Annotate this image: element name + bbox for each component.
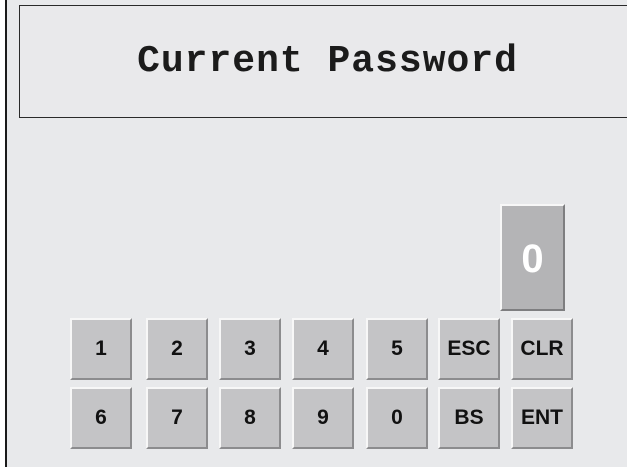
title-bar: Current Password	[19, 5, 627, 118]
enter-button[interactable]: ENT	[511, 387, 573, 449]
key-1-button[interactable]: 1	[70, 318, 132, 380]
key-2-button[interactable]: 2	[146, 318, 208, 380]
key-9-button[interactable]: 9	[292, 387, 354, 449]
password-display-value: 0	[521, 237, 544, 281]
key-6-button[interactable]: 6	[70, 387, 132, 449]
password-display: 0	[500, 204, 565, 311]
key-7-button[interactable]: 7	[146, 387, 208, 449]
clear-button[interactable]: CLR	[511, 318, 573, 380]
key-3-button[interactable]: 3	[219, 318, 281, 380]
escape-button[interactable]: ESC	[438, 318, 500, 380]
key-8-button[interactable]: 8	[219, 387, 281, 449]
page-title: Current Password	[137, 40, 518, 83]
backspace-button[interactable]: BS	[438, 387, 500, 449]
key-5-button[interactable]: 5	[366, 318, 428, 380]
key-0-button[interactable]: 0	[366, 387, 428, 449]
key-4-button[interactable]: 4	[292, 318, 354, 380]
